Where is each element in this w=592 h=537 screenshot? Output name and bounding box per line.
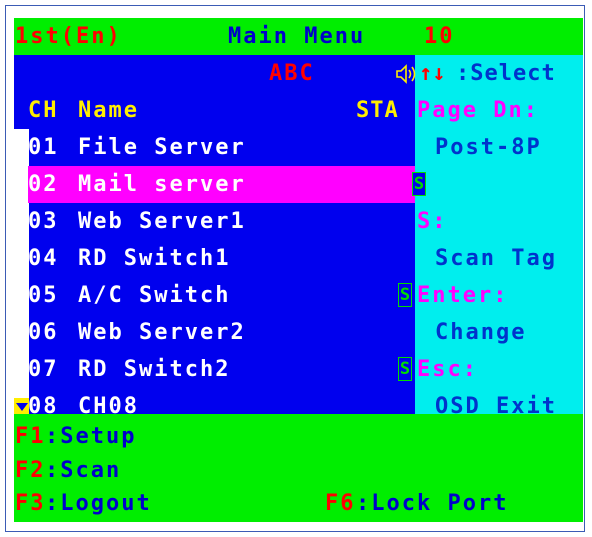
channel-name: Mail server [78,172,246,197]
f6-key[interactable]: F6 [325,485,356,522]
channel-row-01[interactable]: 01 File Server [28,129,415,166]
channel-name: RD Switch1 [78,246,231,271]
channel-name: Web Server2 [78,320,246,345]
profile-label: 1st(En) [15,24,122,49]
help-enter-key: Enter: [417,283,509,308]
f1-key[interactable]: F1 [15,418,46,455]
channel-name: File Server [78,135,246,160]
channel-row-04[interactable]: 04 RD Switch1 [28,240,415,277]
column-name: Name [78,98,139,123]
f3-logout-label[interactable]: :Logout [45,485,152,522]
channel-number: 03 [28,209,59,234]
scan-tag-badge: S [398,283,412,307]
scan-tag-badge: S [412,172,426,196]
scrollbar-track[interactable] [14,129,29,414]
channel-row-05[interactable]: 05 A/C Switch [28,277,415,314]
scroll-down-icon[interactable] [14,398,29,414]
channel-name: RD Switch2 [78,357,231,382]
menu-title: Main Menu [228,24,366,49]
channel-row-06[interactable]: 06 Web Server2 [28,314,415,351]
column-sta: STA [356,98,399,123]
column-ch: CH [28,98,59,123]
help-pagedn-value: Post-8P [435,135,542,160]
channel-number: 01 [28,135,59,160]
f1-setup-label[interactable]: :Setup [45,418,136,455]
help-esc-key: Esc: [417,357,478,382]
help-esc-value: OSD Exit [435,394,557,419]
search-text[interactable]: ABC [269,55,315,92]
channel-name: Web Server1 [78,209,246,234]
channel-number: 02 [28,172,59,197]
f2-scan-label[interactable]: :Scan [45,452,121,489]
help-s-value: Scan Tag [435,246,557,271]
help-enter-value: Change [435,320,527,345]
speaker-icon [396,64,420,84]
help-pagedn-key: Page Dn: [417,98,539,123]
help-s-key: S: [417,209,448,234]
channel-row-03[interactable]: 03 Web Server1 [28,203,415,240]
channel-number: 04 [28,246,59,271]
up-down-arrows-icon: ↑↓ [419,61,446,86]
f6-lock-port-label[interactable]: :Lock Port [356,485,508,522]
f3-key[interactable]: F3 [15,485,46,522]
channel-row-07[interactable]: 07 RD Switch2 [28,351,415,388]
channel-number: 07 [28,357,59,382]
scan-tag-badge: S [398,357,412,381]
help-select: :Select [456,61,556,86]
channel-number: 05 [28,283,59,308]
channel-name: A/C Switch [78,283,231,308]
channel-row-02[interactable]: 02 Mail server [28,166,415,203]
page-number: 10 [424,24,455,49]
channel-number: 06 [28,320,59,345]
f2-key[interactable]: F2 [15,452,46,489]
osd-main-menu: 1st(En) Main Menu 10 ABC ↑↓ :Select CH N… [14,18,583,522]
